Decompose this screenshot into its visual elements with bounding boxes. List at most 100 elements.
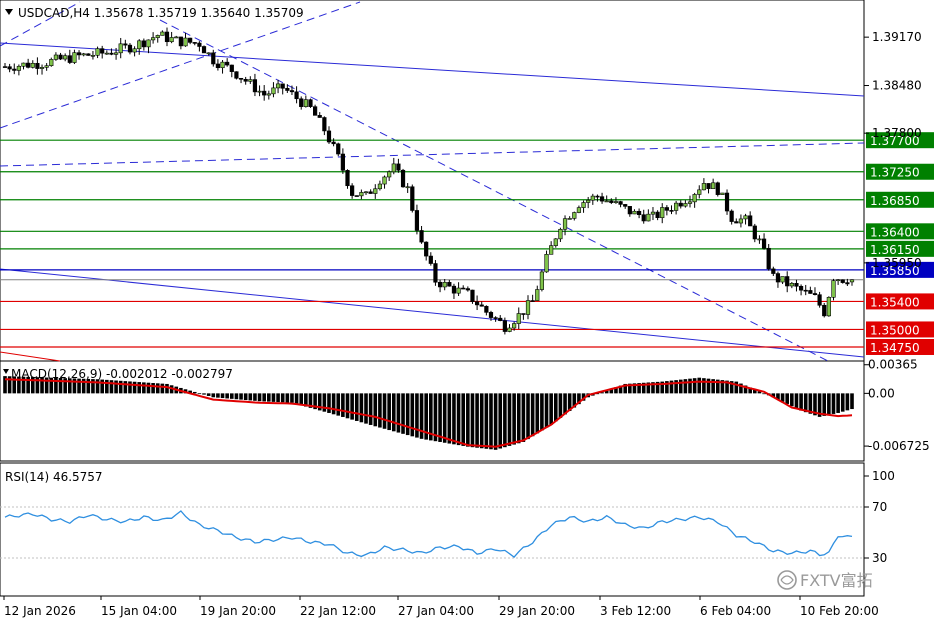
macd-bar (553, 393, 558, 422)
candle (433, 260, 438, 286)
rsi-tick-label: 100 (872, 469, 895, 483)
price-tick-label: 1.37800 (872, 126, 922, 140)
macd-bar (493, 393, 498, 450)
macd-bar (239, 393, 243, 400)
macd-bar (840, 393, 845, 412)
rsi-header: RSI(14) 46.5757 (5, 470, 103, 484)
macd-bar (364, 393, 368, 424)
candle (766, 244, 771, 271)
macd-bar (267, 393, 271, 402)
macd-bar (678, 379, 683, 394)
macd-bar (262, 393, 266, 402)
price-tick-label: 1.35950 (872, 256, 922, 270)
macd-bar (799, 393, 803, 411)
macd-bar (827, 393, 831, 415)
time-tick-label: 6 Feb 04:00 (700, 604, 771, 618)
macd-bar (785, 393, 790, 404)
macd-bar (151, 383, 155, 394)
macd-bar (484, 393, 489, 449)
time-tick-label: 27 Jan 04:00 (398, 604, 474, 618)
macd-bar (137, 382, 142, 394)
macd-bar (530, 393, 535, 437)
macd-bar (850, 393, 854, 410)
macd-bar (368, 393, 373, 425)
level-label: 1.36850 (870, 194, 920, 208)
candle (470, 289, 475, 304)
candle (234, 71, 239, 80)
time-tick-label: 3 Feb 12:00 (600, 604, 671, 618)
macd-bar (382, 393, 387, 429)
macd-header: MACD(12,26,9) -0.002012 -0.002797 (11, 367, 233, 381)
macd-bar (118, 380, 123, 394)
macd-bar (109, 380, 114, 394)
macd-bar (341, 393, 345, 417)
level-label: 1.34750 (870, 341, 920, 355)
macd-bar (294, 393, 299, 405)
candle (724, 189, 730, 215)
macd-bar (128, 381, 132, 394)
macd-bar (452, 393, 456, 445)
macd-bar (396, 393, 401, 433)
trading-chart: 1.377001.372501.368501.364001.361501.358… (0, 0, 936, 624)
macd-bar (535, 393, 540, 434)
symbol-header: USDCAD,H4 1.35678 1.35719 1.35640 1.3570… (18, 6, 304, 20)
macd-bar (391, 393, 396, 432)
level-label: 1.36400 (870, 225, 920, 239)
level-label: 1.37250 (870, 166, 920, 180)
candle (86, 53, 91, 56)
macd-bar (155, 383, 160, 394)
macd-bar (225, 393, 229, 399)
macd-bar (475, 393, 479, 448)
macd-bar (280, 393, 285, 403)
level-label: 1.35400 (870, 295, 920, 309)
macd-bar (146, 382, 151, 394)
time-tick-label: 12 Jan 2026 (4, 604, 76, 618)
macd-bar (336, 393, 341, 416)
candle (410, 184, 415, 213)
macd-bar (466, 393, 470, 447)
macd-tick-label: -0.006725 (868, 439, 930, 453)
macd-bar (405, 393, 410, 436)
macd-bar (461, 393, 466, 446)
candle (400, 168, 406, 188)
candle (539, 269, 544, 292)
candle (308, 98, 313, 108)
macd-bar (345, 393, 350, 419)
candle (336, 142, 341, 157)
level-label: 1.36150 (870, 243, 920, 257)
macd-bar (142, 382, 146, 394)
macd-bar (489, 393, 493, 450)
macd-bar (526, 393, 530, 440)
macd-bar (322, 393, 327, 412)
level-label: 1.35000 (870, 323, 920, 337)
macd-bar (123, 381, 128, 394)
rsi-tick-label: 70 (872, 500, 887, 514)
macd-bar (253, 393, 257, 401)
macd-bar (216, 393, 220, 398)
macd-bar (512, 393, 516, 445)
macd-bar (734, 381, 739, 394)
macd-bar (401, 393, 405, 434)
macd-bar (410, 393, 415, 437)
macd-bar (192, 391, 197, 394)
rsi-tick-label: 30 (872, 551, 887, 565)
macd-bar (327, 393, 331, 413)
macd-bar (243, 393, 248, 401)
macd-bar (105, 379, 109, 394)
macd-bar (248, 393, 253, 401)
watermark-text: FXTV富拓 (800, 571, 873, 590)
macd-bar (132, 381, 137, 394)
macd-bar (697, 377, 702, 394)
candle (201, 45, 207, 54)
macd-bar (479, 393, 484, 449)
time-tick-label: 19 Jan 20:00 (200, 604, 276, 618)
candle (822, 302, 827, 318)
time-tick-label: 10 Feb 20:00 (800, 604, 879, 618)
macd-bar (447, 393, 452, 444)
candle (715, 181, 720, 197)
macd-bar (521, 393, 526, 442)
macd-bar (354, 393, 359, 421)
macd-bar (114, 380, 118, 394)
macd-bar (503, 393, 507, 448)
macd-tick-label: 0.00 (868, 386, 895, 400)
